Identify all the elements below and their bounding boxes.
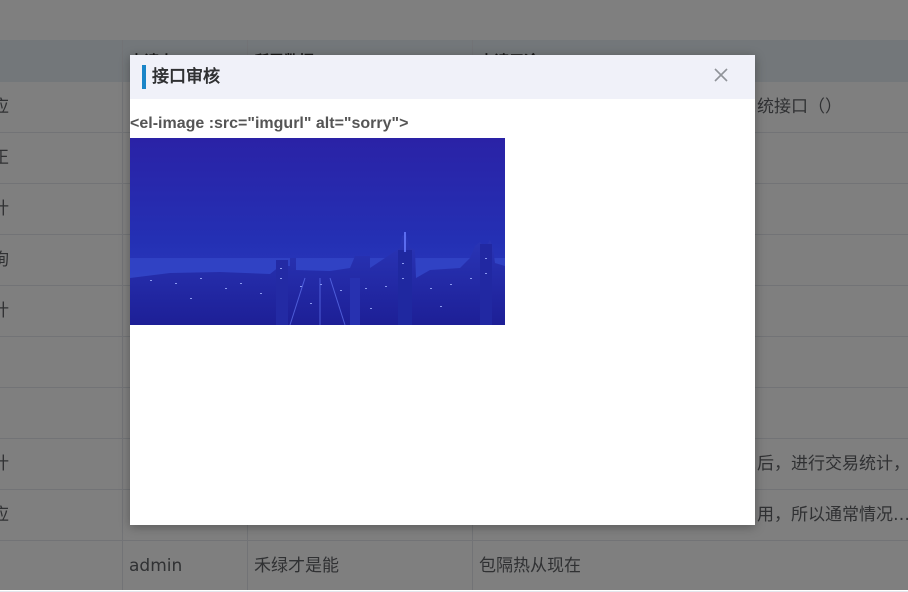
- title-accent-bar: [142, 65, 146, 89]
- city-night-skyline-image: [130, 138, 505, 325]
- review-dialog: 接口审核 <el-image :src="imgurl" alt="sorry"…: [130, 55, 755, 525]
- close-icon[interactable]: [709, 63, 733, 87]
- raw-template-text: <el-image :src="imgurl" alt="sorry">: [130, 115, 409, 132]
- dialog-title: 接口审核: [152, 67, 220, 87]
- dialog-header: 接口审核: [130, 55, 755, 99]
